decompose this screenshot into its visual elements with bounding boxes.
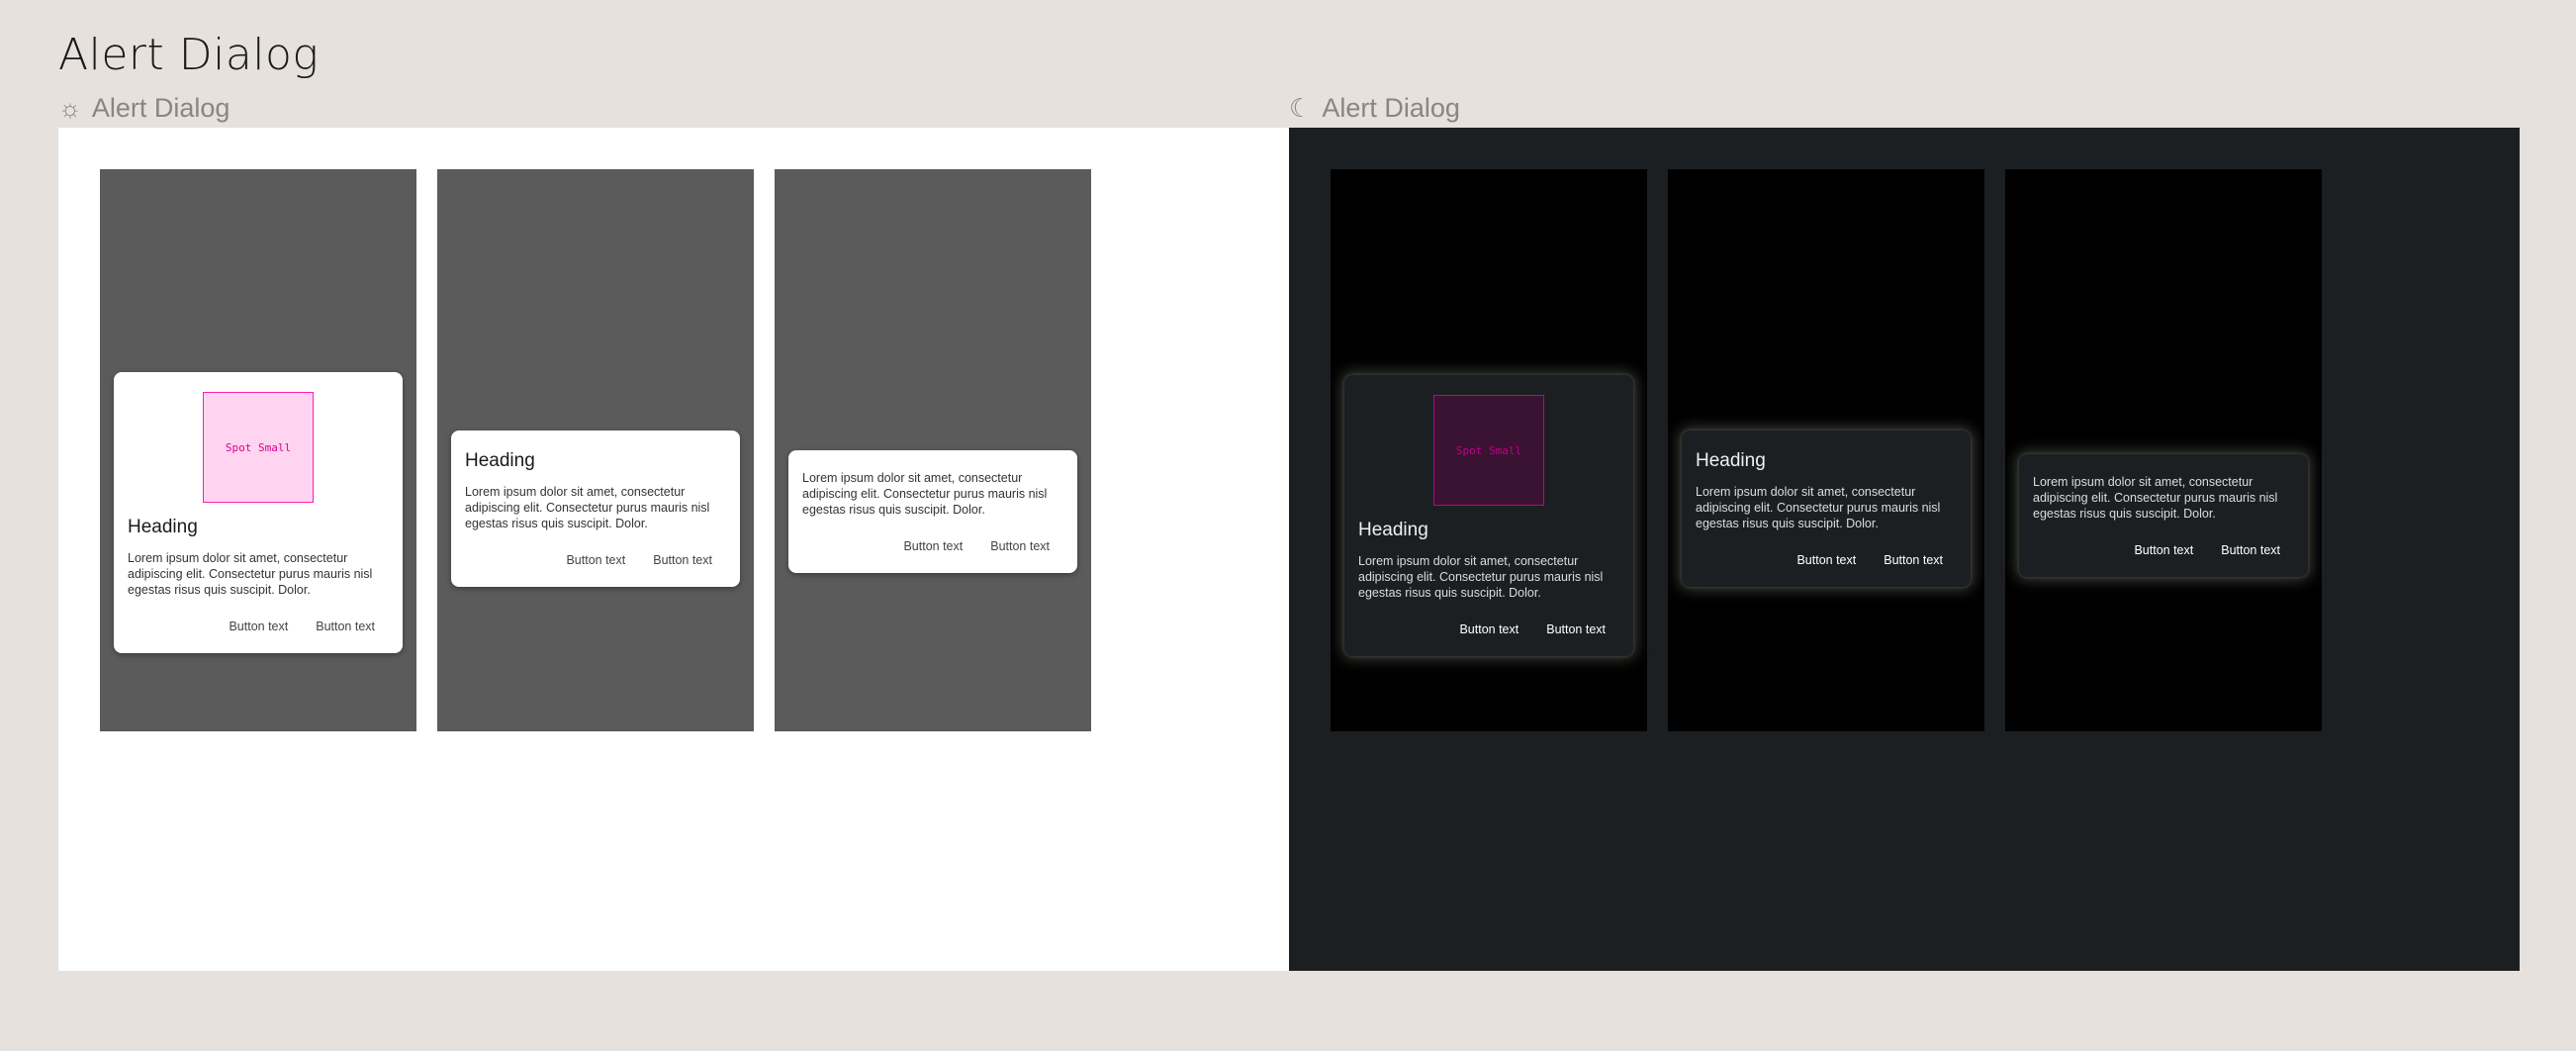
dialog-button-1[interactable]: Button text bbox=[889, 535, 976, 557]
alert-dialog: Heading Lorem ipsum dolor sit amet, cons… bbox=[451, 430, 740, 587]
device-frame-with-heading: Heading Lorem ipsum dolor sit amet, cons… bbox=[1668, 169, 1984, 731]
dialog-button-1[interactable]: Button text bbox=[552, 549, 639, 571]
section-label-text: Alert Dialog bbox=[91, 93, 230, 123]
dialog-heading: Heading bbox=[1358, 520, 1428, 540]
dialog-actions: Button text Button text bbox=[128, 616, 389, 653]
device-frame-body-only: Lorem ipsum dolor sit amet, consectetur … bbox=[775, 169, 1091, 731]
alert-dialog: Lorem ipsum dolor sit amet, consectetur … bbox=[788, 450, 1077, 573]
sun-icon: ☼ bbox=[58, 93, 82, 123]
dialog-actions: Button text Button text bbox=[2033, 539, 2294, 577]
dialog-actions: Button text Button text bbox=[802, 535, 1063, 573]
dialog-body: Lorem ipsum dolor sit amet, consectetur … bbox=[1358, 554, 1604, 600]
dialog-body: Lorem ipsum dolor sit amet, consectetur … bbox=[802, 471, 1048, 517]
device-frame-with-spot: Spot Small Heading Lorem ipsum dolor sit… bbox=[100, 169, 416, 731]
dialog-button-2[interactable]: Button text bbox=[639, 549, 726, 571]
dialog-button-1[interactable]: Button text bbox=[215, 616, 302, 637]
dialog-actions: Button text Button text bbox=[1358, 619, 1619, 656]
dialog-body: Lorem ipsum dolor sit amet, consectetur … bbox=[1696, 485, 1941, 530]
device-frame-with-heading: Heading Lorem ipsum dolor sit amet, cons… bbox=[437, 169, 754, 731]
section-label-light: ☼ Alert Dialog bbox=[58, 93, 230, 124]
device-frame-with-spot: Spot Small Heading Lorem ipsum dolor sit… bbox=[1331, 169, 1647, 731]
dialog-button-1[interactable]: Button text bbox=[2120, 539, 2207, 561]
dialog-body: Lorem ipsum dolor sit amet, consectetur … bbox=[465, 485, 710, 530]
dialog-actions: Button text Button text bbox=[465, 549, 726, 587]
device-frame-body-only: Lorem ipsum dolor sit amet, consectetur … bbox=[2005, 169, 2322, 731]
page-title: Alert Dialog bbox=[58, 30, 320, 80]
alert-dialog: Spot Small Heading Lorem ipsum dolor sit… bbox=[114, 372, 403, 653]
dialog-button-2[interactable]: Button text bbox=[1870, 549, 1957, 571]
dialog-button-2[interactable]: Button text bbox=[1532, 619, 1619, 640]
dark-theme-panel: Spot Small Heading Lorem ipsum dolor sit… bbox=[1289, 128, 2520, 971]
dialog-body: Lorem ipsum dolor sit amet, consectetur … bbox=[2033, 475, 2278, 521]
moon-icon: ☾ bbox=[1289, 93, 1313, 123]
light-theme-panel: Spot Small Heading Lorem ipsum dolor sit… bbox=[58, 128, 1289, 971]
dialog-heading: Heading bbox=[465, 450, 535, 471]
alert-dialog: Heading Lorem ipsum dolor sit amet, cons… bbox=[1682, 430, 1971, 587]
dialog-button-1[interactable]: Button text bbox=[1445, 619, 1532, 640]
dialog-heading: Heading bbox=[1696, 450, 1766, 471]
dialog-button-2[interactable]: Button text bbox=[976, 535, 1063, 557]
dialog-heading: Heading bbox=[128, 517, 198, 537]
spot-illustration: Spot Small bbox=[203, 392, 314, 503]
dialog-button-2[interactable]: Button text bbox=[302, 616, 389, 637]
dialog-button-1[interactable]: Button text bbox=[1783, 549, 1870, 571]
section-label-dark: ☾ Alert Dialog bbox=[1289, 93, 1460, 124]
section-label-text: Alert Dialog bbox=[1322, 93, 1460, 123]
dialog-body: Lorem ipsum dolor sit amet, consectetur … bbox=[128, 551, 373, 597]
spot-illustration: Spot Small bbox=[1433, 395, 1544, 506]
dialog-button-2[interactable]: Button text bbox=[2207, 539, 2294, 561]
alert-dialog: Lorem ipsum dolor sit amet, consectetur … bbox=[2019, 454, 2308, 577]
dialog-actions: Button text Button text bbox=[1696, 549, 1957, 587]
alert-dialog: Spot Small Heading Lorem ipsum dolor sit… bbox=[1344, 375, 1633, 656]
